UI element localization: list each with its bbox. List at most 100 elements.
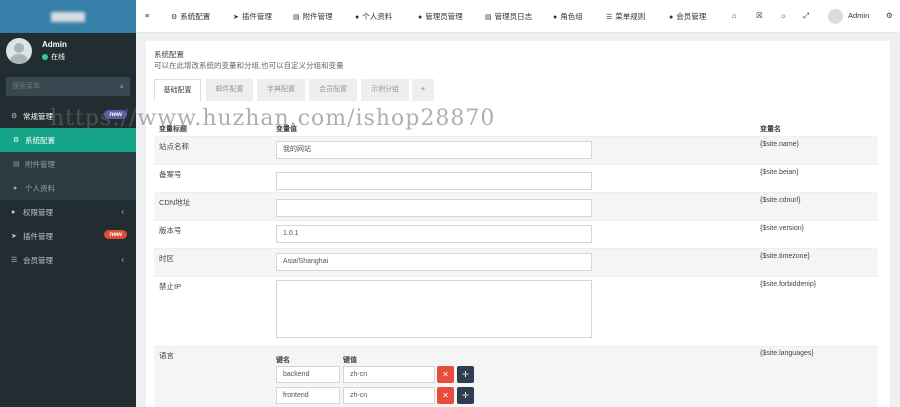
avatar (6, 38, 32, 64)
top-nav-admin-log[interactable]: ▤ 管理员日志 (485, 11, 532, 22)
sidebar-item-label: 插件管理 (23, 231, 53, 241)
top-nav-attachments[interactable]: ▤ 附件管理 (293, 11, 333, 22)
top-nav-plugins[interactable]: ➤ 插件管理 (233, 11, 272, 22)
beian-input[interactable] (276, 172, 592, 190)
top-nav-members[interactable]: ● 会员管理 (669, 11, 706, 22)
file-image-icon: ▤ (293, 14, 300, 21)
user-name: Admin (42, 40, 67, 49)
language-value-input[interactable]: zh-cn (343, 366, 435, 383)
nav-label: 管理员管理 (425, 12, 463, 21)
tab-dictionary[interactable]: 字典配置 (257, 79, 305, 101)
forbiddenip-textarea[interactable] (276, 280, 592, 338)
row-var: {$site.forbiddenip} (760, 281, 817, 288)
config-panel: 系统配置 可以在此增改系统的变量和分组,也可以自定义分组和变量 基础配置 邮件配… (146, 41, 890, 407)
site-name-input[interactable]: 我的网站 (276, 141, 592, 159)
row-label: 备案号 (159, 170, 182, 179)
sidebar-item-attachments[interactable]: ▤ 附件管理 (0, 152, 136, 176)
language-key-input[interactable]: backend (276, 366, 340, 383)
fullscreen-icon[interactable]: ⤢ (803, 11, 809, 21)
row-var: {$site.timezone} (760, 253, 810, 260)
language-key-input[interactable]: frontend (276, 387, 340, 404)
chevron-left-icon: ‹ (121, 207, 124, 216)
row-var: {$site.version} (760, 225, 804, 232)
config-tabs: 基础配置 邮件配置 字典配置 会员配置 示例分组 + (154, 79, 890, 101)
top-user-name[interactable]: Admin (848, 11, 869, 20)
sidebar-item-label: 附件管理 (25, 159, 55, 169)
users-icon: ● (11, 208, 16, 216)
top-avatar[interactable] (828, 9, 843, 24)
delete-icon[interactable]: ✕ (437, 366, 454, 383)
user-status: 在线 (42, 52, 65, 62)
tab-member[interactable]: 会员配置 (309, 79, 357, 101)
timezone-input[interactable]: Asia/Shanghai (276, 253, 592, 271)
user-icon: ● (669, 14, 674, 21)
search-input[interactable] (6, 77, 106, 96)
row-label: 禁止IP (159, 282, 182, 291)
user-icon: ● (13, 184, 18, 192)
rocket-icon: ➤ (11, 233, 17, 240)
delete-icon[interactable]: ✕ (437, 387, 454, 404)
top-nav-menu-rules[interactable]: ☰ 菜单规则 (606, 11, 645, 22)
new-badge: new (104, 230, 127, 239)
table-row: 禁止IP {$site.forbiddenip} (154, 276, 878, 346)
home-icon[interactable]: ⌂ (732, 11, 737, 20)
gears-icon: ⚙ (171, 14, 178, 21)
panel-description: 可以在此增改系统的变量和分组,也可以自定义分组和变量 (154, 61, 344, 70)
chevron-left-icon: ‹ (121, 255, 124, 264)
nav-label: 插件管理 (241, 12, 272, 21)
trash-icon[interactable]: ☒ (756, 11, 763, 20)
top-nav-admins[interactable]: ● 管理员管理 (418, 11, 463, 22)
list-alt-icon: ▤ (485, 14, 492, 21)
language-icon[interactable]: ☼ (780, 11, 787, 20)
top-nav-profile[interactable]: ● 个人资料 (355, 11, 392, 22)
bars-icon: ☰ (606, 14, 613, 21)
sidebar: Admin 在线 ⌕ ⚙ 常规管理 new ⚙ 系统配置 ▤ 附件管理 ● 个人资料 ● 权… (0, 0, 136, 407)
rocket-icon: ➤ (233, 14, 239, 21)
header-value: 变量值 (276, 126, 297, 133)
nav-label: 个人资料 (362, 12, 393, 21)
panel-title: 系统配置 (154, 50, 184, 59)
user-icon: ● (355, 14, 360, 21)
nav-label: 系统配置 (180, 12, 211, 21)
list-icon: ☰ (11, 257, 18, 264)
row-var: {$site.languages} (760, 350, 814, 357)
sidebar-item-permissions[interactable]: ● 权限管理 ‹ (0, 200, 136, 224)
sidebar-item-label: 系统配置 (25, 135, 55, 145)
tab-email[interactable]: 邮件配置 (206, 79, 253, 101)
nav-label: 管理员日志 (494, 12, 533, 21)
top-nav-system-config[interactable]: ⚙ 系统配置 (171, 11, 210, 22)
table-row: 语言 键名 键值 backend zh-cn ✕ ✛ frontend zh-c… (154, 346, 878, 407)
row-label: CDN地址 (159, 198, 191, 207)
nav-label: 会员管理 (676, 12, 707, 21)
language-value-input[interactable]: zh-cn (343, 387, 435, 404)
menu-toggle-icon[interactable]: ≡ (145, 11, 149, 20)
sidebar-item-plugins[interactable]: ➤ 插件管理 new (0, 224, 136, 248)
row-label: 时区 (159, 254, 174, 263)
sidebar-item-system-config[interactable]: ⚙ 系统配置 (0, 128, 136, 152)
row-label: 语言 (159, 351, 174, 360)
tab-example[interactable]: 示例分组 (361, 79, 409, 101)
sidebar-item-general[interactable]: ⚙ 常规管理 new (0, 104, 136, 128)
search-icon[interactable]: ⌕ (120, 82, 124, 92)
move-icon[interactable]: ✛ (457, 387, 474, 404)
header-var: 变量名 (760, 126, 781, 133)
sidebar-item-label: 权限管理 (23, 207, 53, 217)
sidebar-item-label: 个人资料 (25, 183, 55, 193)
group-icon: ● (553, 14, 558, 21)
gears-icon: ⚙ (11, 113, 18, 120)
top-nav-role-group[interactable]: ● 角色组 (553, 11, 583, 22)
move-icon[interactable]: ✛ (457, 366, 474, 383)
cdnurl-input[interactable] (276, 199, 592, 217)
settings-gear-icon[interactable]: ⚙ (886, 11, 893, 20)
file-image-icon: ▤ (13, 161, 20, 168)
top-navbar: ≡ ⚙ 系统配置 ➤ 插件管理 ▤ 附件管理 ● 个人资料 ● 管理员管理 ▤ 管理员日志 … (136, 0, 900, 33)
tab-add[interactable]: + (412, 79, 434, 101)
nav-label: 角色组 (560, 12, 583, 21)
row-var: {$site.beian} (760, 169, 799, 176)
logo[interactable] (0, 0, 136, 33)
sidebar-item-profile[interactable]: ● 个人资料 (0, 176, 136, 200)
tab-basic[interactable]: 基础配置 (154, 79, 201, 101)
sidebar-item-members[interactable]: ☰ 会员管理 ‹ (0, 248, 136, 272)
sidebar-search: ⌕ (6, 77, 130, 96)
version-input[interactable]: 1.0.1 (276, 225, 592, 243)
